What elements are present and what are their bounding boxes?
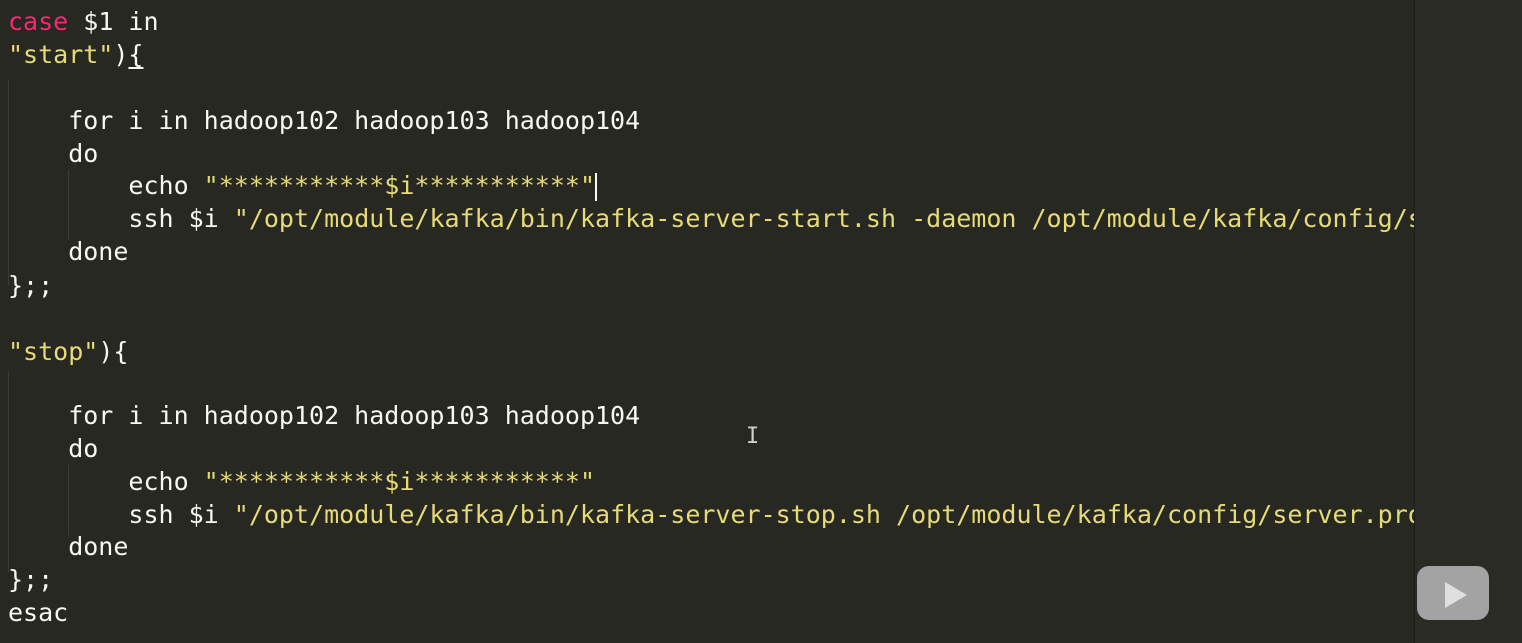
code-line-5[interactable]: do bbox=[8, 138, 98, 170]
code-token: ){ bbox=[98, 337, 129, 366]
code-line-17[interactable]: done bbox=[8, 531, 128, 563]
video-play-icon[interactable] bbox=[1417, 566, 1489, 620]
code-token: echo bbox=[8, 171, 204, 200]
code-line-4[interactable]: for i in hadoop102 hadoop103 hadoop104 bbox=[8, 105, 640, 137]
code-token: for i in hadoop102 hadoop103 hadoop104 bbox=[8, 401, 641, 430]
code-line-8[interactable]: done bbox=[8, 236, 128, 268]
code-token: for i in hadoop102 hadoop103 hadoop104 bbox=[8, 106, 641, 135]
string-token: "/opt/module/kafka/bin/kafka-server-star… bbox=[233, 204, 1414, 233]
string-token: "/opt/module/kafka/bin/kafka-server-stop… bbox=[233, 500, 1414, 529]
code-line-19[interactable]: esac bbox=[8, 597, 68, 629]
code-line-1[interactable]: case $1 in bbox=[8, 6, 159, 38]
code-line-18[interactable]: };; bbox=[8, 564, 53, 596]
text-cursor-icon: I bbox=[746, 424, 760, 449]
code-token: echo bbox=[8, 467, 204, 496]
code-token: };; bbox=[8, 565, 54, 594]
code-line-6[interactable]: echo "***********$i***********" bbox=[8, 170, 598, 202]
code-token: esac bbox=[8, 598, 69, 627]
code-token: ssh $i bbox=[8, 500, 234, 529]
code-token: do bbox=[8, 434, 99, 463]
code-token: };; bbox=[8, 271, 54, 300]
code-token: ssh $i bbox=[8, 204, 234, 233]
string-token: "***********$i***********" bbox=[203, 467, 596, 496]
code-line-13[interactable]: for i in hadoop102 hadoop103 hadoop104 bbox=[8, 400, 640, 432]
code-line-2[interactable]: "start"){ bbox=[8, 39, 143, 71]
matched-brace: { bbox=[128, 40, 144, 69]
keyword-token: case bbox=[8, 7, 69, 36]
code-line-15[interactable]: echo "***********$i***********" bbox=[8, 466, 595, 498]
string-token: "stop" bbox=[8, 337, 99, 366]
code-area[interactable]: case $1 in "start"){ for i in hadoop102 … bbox=[0, 0, 1414, 643]
code-line-7[interactable]: ssh $i "/opt/module/kafka/bin/kafka-serv… bbox=[8, 203, 1414, 235]
string-token: "***********$i***********" bbox=[203, 171, 596, 200]
code-token: ) bbox=[113, 40, 129, 69]
code-line-16[interactable]: ssh $i "/opt/module/kafka/bin/kafka-serv… bbox=[8, 499, 1414, 531]
code-token: $1 in bbox=[68, 7, 159, 36]
code-token: done bbox=[8, 532, 129, 561]
string-token: "start" bbox=[8, 40, 114, 69]
code-editor[interactable]: case $1 in "start"){ for i in hadoop102 … bbox=[0, 0, 1522, 643]
text-caret bbox=[595, 173, 598, 201]
code-token: done bbox=[8, 237, 129, 266]
minimap-panel[interactable] bbox=[1414, 0, 1522, 643]
code-line-9[interactable]: };; bbox=[8, 270, 53, 302]
code-line-11[interactable]: "stop"){ bbox=[8, 336, 128, 368]
code-token: do bbox=[8, 139, 99, 168]
code-line-14[interactable]: do bbox=[8, 433, 98, 465]
